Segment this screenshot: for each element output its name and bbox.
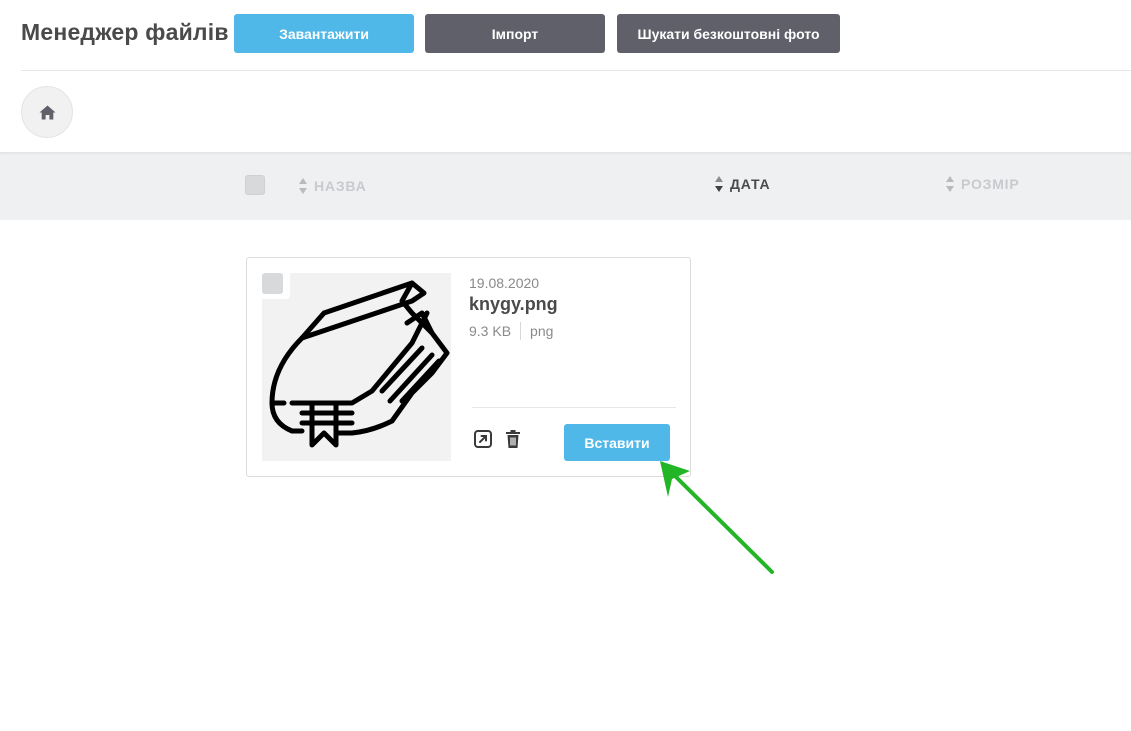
open-in-new-icon[interactable] bbox=[473, 429, 493, 449]
sort-by-size[interactable]: РОЗМІР bbox=[945, 175, 1020, 193]
annotation-arrow-icon bbox=[660, 461, 774, 574]
column-name-label: НАЗВА bbox=[314, 178, 367, 194]
file-date: 19.08.2020 bbox=[469, 275, 540, 291]
sort-by-name[interactable]: НАЗВА bbox=[298, 177, 367, 195]
sort-arrows-icon bbox=[714, 175, 724, 193]
file-card[interactable]: 19.08.2020 knygy.png 9.3 KB png Вставити bbox=[246, 257, 691, 477]
header-divider bbox=[21, 70, 1131, 71]
file-meta: 9.3 KB png bbox=[469, 322, 553, 340]
home-icon bbox=[39, 105, 55, 119]
import-button[interactable]: Імпорт bbox=[425, 14, 605, 53]
file-select-checkbox[interactable] bbox=[262, 273, 283, 294]
upload-button[interactable]: Завантажити bbox=[234, 14, 414, 53]
column-date-label: ДАТА bbox=[730, 176, 771, 192]
file-name: knygy.png bbox=[469, 294, 558, 314]
file-type: png bbox=[530, 323, 554, 339]
file-thumbnail[interactable] bbox=[262, 273, 451, 461]
top-toolbar: Менеджер файлів Завантажити Імпорт Шукат… bbox=[0, 0, 1131, 70]
select-all-checkbox[interactable] bbox=[245, 175, 265, 195]
sort-arrows-icon bbox=[945, 175, 955, 193]
file-checkbox-wrap bbox=[262, 273, 290, 299]
file-list-header: НАЗВА ДАТА РОЗМІР bbox=[0, 152, 1131, 220]
page-title: Менеджер файлів bbox=[21, 19, 229, 45]
sort-arrows-icon bbox=[298, 177, 308, 195]
search-free-photos-button[interactable]: Шукати безкоштовні фото bbox=[617, 14, 840, 53]
meta-separator bbox=[520, 322, 522, 340]
book-icon bbox=[269, 280, 450, 448]
card-divider bbox=[472, 407, 676, 408]
home-button[interactable] bbox=[21, 86, 73, 138]
column-size-label: РОЗМІР bbox=[961, 176, 1020, 192]
sort-by-date[interactable]: ДАТА bbox=[714, 175, 770, 193]
trash-icon[interactable] bbox=[503, 429, 523, 449]
file-size: 9.3 KB bbox=[469, 323, 512, 339]
